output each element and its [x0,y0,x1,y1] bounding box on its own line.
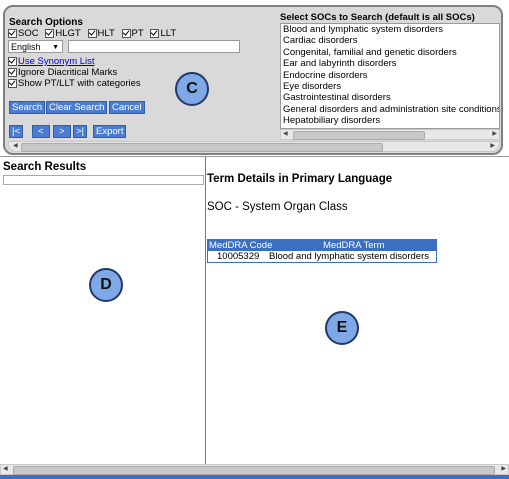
prev-page-button[interactable]: < [32,125,50,138]
column-header-term: MedDRA Term [323,240,385,251]
checkbox-icon[interactable] [8,57,17,66]
use-synonym-option[interactable]: Use Synonym List [8,56,95,67]
soc-list-item[interactable]: Cardiac disorders [281,35,499,46]
use-synonym-link[interactable]: Use Synonym List [18,56,95,67]
scroll-left-icon[interactable]: ◀ [3,465,8,474]
soc-list-item[interactable]: Gastrointestinal disorders [281,92,499,103]
soc-list-title: Select SOCs to Search (default is all SO… [280,12,475,23]
soc-list-horizontal-scrollbar[interactable]: ◀ ▶ [280,129,500,140]
scroll-left-icon[interactable]: ◀ [13,142,18,151]
term-details-title: Term Details in Primary Language [207,173,393,185]
scroll-right-icon[interactable]: ▶ [501,465,506,474]
meddra-term-cell: Blood and lymphatic system disorders [269,251,429,262]
clear-search-button[interactable]: Clear Search [46,101,108,114]
term-details-table: MedDRA Code MedDRA Term 10005329 Blood a… [207,239,437,263]
checkbox-icon[interactable] [121,29,131,38]
search-results-header-box [3,175,204,185]
scroll-left-icon[interactable]: ◀ [283,130,288,139]
soc-list-item[interactable]: Eye disorders [281,81,499,92]
cancel-button[interactable]: Cancel [109,101,145,114]
column-header-code: MedDRA Code [209,240,273,251]
scrollbar-thumb[interactable] [21,143,383,152]
search-results-title: Search Results [3,161,87,173]
soc-list-item[interactable]: Hepatobiliary disorders [281,115,499,126]
soc-list-item[interactable]: Congenital, familial and genetic disorde… [281,47,499,58]
meddra-code-cell: 10005329 [217,251,260,262]
search-options-title: Search Options [9,17,83,28]
checkbox-icon[interactable] [87,29,97,38]
soc-list-item[interactable]: Endocrine disorders [281,70,499,81]
level-hlt-checkbox[interactable]: HLT [87,28,115,39]
section-divider-horizontal [0,156,509,157]
checkbox-icon[interactable] [45,29,55,38]
language-select[interactable]: English ▼ [8,40,63,53]
search-input[interactable] [68,40,240,53]
export-button[interactable]: Export [93,125,127,138]
soc-list-item[interactable]: Blood and lymphatic system disorders [281,24,499,35]
level-checkboxes: SOC HLGT HLT PT LLT [8,28,180,39]
marker-d: D [89,268,123,302]
checkbox-icon[interactable] [8,68,17,77]
term-level-heading: SOC - System Organ Class [207,201,348,213]
panel-horizontal-scrollbar[interactable]: ◀ ▶ [8,141,500,152]
level-hlgt-checkbox[interactable]: HLGT [45,28,81,39]
checkbox-icon[interactable] [150,29,160,38]
first-page-button[interactable]: |< [9,125,24,138]
language-select-value: English [11,42,41,52]
level-pt-checkbox[interactable]: PT [121,28,144,39]
soc-list[interactable]: Blood and lymphatic system disorders Car… [280,23,500,129]
last-page-button[interactable]: >| [73,125,88,138]
pane-splitter[interactable] [205,157,206,464]
scrollbar-thumb[interactable] [13,466,495,475]
next-page-button[interactable]: > [53,125,71,138]
scroll-right-icon[interactable]: ▶ [492,130,497,139]
marker-e: E [325,311,359,345]
marker-c: C [175,72,209,106]
dropdown-arrow-icon[interactable]: ▼ [52,41,59,54]
show-pt-llt-option[interactable]: Show PT/LLT with categories [8,78,141,89]
bottom-accent-bar [0,475,509,479]
level-soc-checkbox[interactable]: SOC [8,28,39,39]
soc-list-item[interactable]: General disorders and administration sit… [281,104,499,115]
search-button[interactable]: Search [9,101,46,114]
checkbox-icon[interactable] [8,29,17,38]
table-header-row: MedDRA Code MedDRA Term [208,240,436,251]
soc-list-item[interactable]: Ear and labyrinth disorders [281,58,499,69]
scroll-right-icon[interactable]: ▶ [490,142,495,151]
ignore-diacritical-option[interactable]: Ignore Diacritical Marks [8,67,117,78]
level-llt-checkbox[interactable]: LLT [150,28,176,39]
window-horizontal-scrollbar[interactable]: ◀ ▶ [0,464,509,475]
checkbox-icon[interactable] [8,79,17,88]
table-row[interactable]: 10005329 Blood and lymphatic system diso… [208,251,436,262]
scrollbar-thumb[interactable] [293,131,425,140]
